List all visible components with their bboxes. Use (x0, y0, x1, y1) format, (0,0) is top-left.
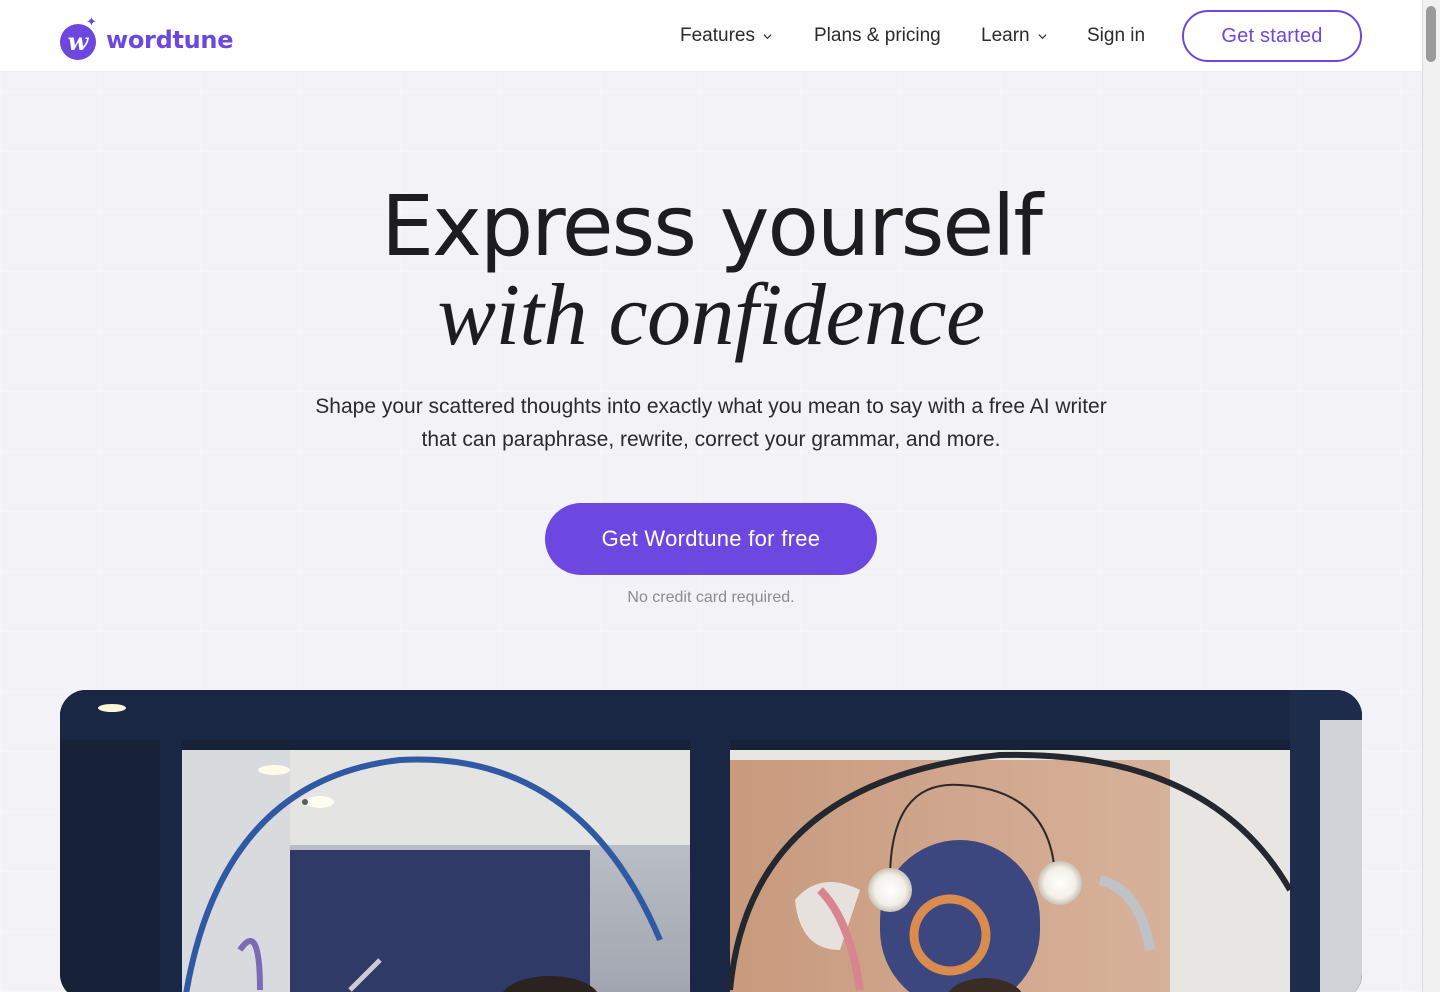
get-wordtune-free-button[interactable]: Get Wordtune for free (545, 503, 877, 575)
nav-sign-in[interactable]: Sign in (1087, 0, 1145, 72)
nav-learn-label: Learn (981, 25, 1030, 46)
chevron-down-icon (1038, 33, 1047, 39)
scrollbar-thumb[interactable] (1426, 6, 1436, 62)
no-credit-card-note: No credit card required. (627, 589, 795, 606)
scrollbar-track[interactable] (1422, 0, 1440, 992)
nav-learn[interactable]: Learn (981, 0, 1047, 72)
nav-plans-pricing-label: Plans & pricing (814, 25, 941, 46)
wordtune-logo-icon: w ✦ (60, 14, 98, 60)
logo-text: wordtune (106, 26, 234, 54)
hero-subtitle: Shape your scattered thoughts into exact… (315, 395, 1107, 451)
hero-title-line2: with confidence (437, 267, 985, 364)
hero-photo (60, 690, 1362, 992)
wordtune-logo[interactable]: w ✦ wordtune (60, 13, 234, 61)
chevron-down-icon (763, 33, 772, 39)
nav-features[interactable]: Features (680, 0, 772, 72)
page: w ✦ wordtune Features Plans & pricing Le… (0, 0, 1422, 992)
get-started-button[interactable]: Get started (1182, 10, 1362, 62)
site-header: w ✦ wordtune Features Plans & pricing Le… (0, 0, 1422, 72)
hero-title-line1: Express yourself (381, 177, 1043, 275)
nav-features-label: Features (680, 25, 755, 46)
nav-plans-pricing[interactable]: Plans & pricing (814, 0, 941, 72)
nav-sign-in-label: Sign in (1087, 25, 1146, 46)
